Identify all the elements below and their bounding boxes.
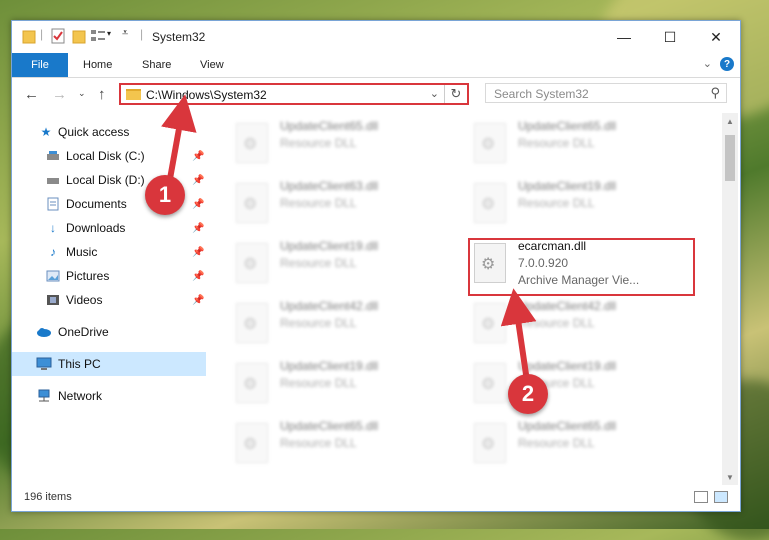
annotation-arrows [161, 94, 537, 389]
step-marker-2: 2 [508, 374, 548, 414]
step-marker-1: 1 [145, 175, 185, 215]
